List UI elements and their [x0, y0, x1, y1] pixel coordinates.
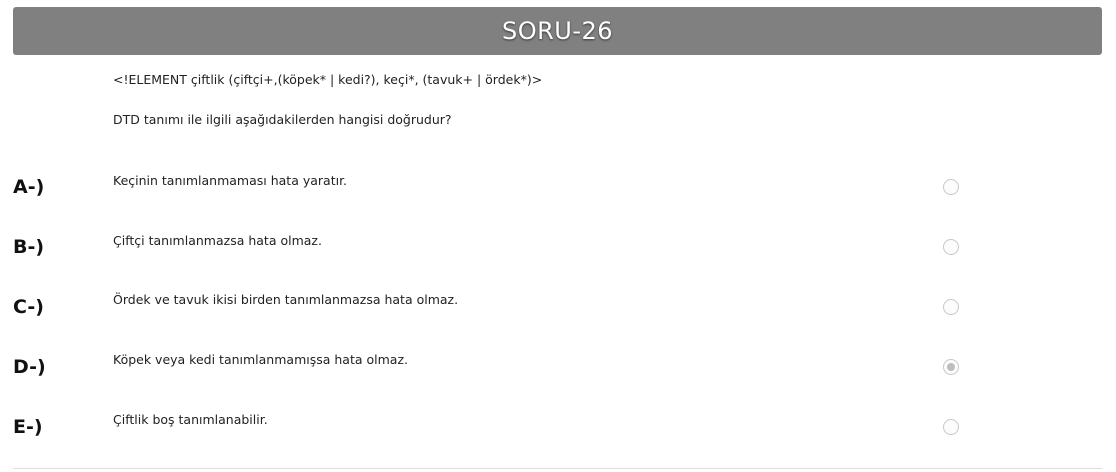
option-c-radio[interactable]: [943, 299, 959, 315]
option-text: Çiftçi tanımlanmazsa hata olmaz.: [113, 233, 322, 248]
option-e-radio[interactable]: [943, 419, 959, 435]
question-header: SORU-26: [13, 7, 1102, 55]
option-letter: A-): [13, 176, 45, 198]
option-letter: E-): [13, 416, 43, 438]
bottom-divider: [13, 468, 1102, 469]
option-letter: D-): [13, 356, 46, 378]
question-code: <!ELEMENT çiftlik (çiftçi+,(köpek* | ked…: [113, 72, 543, 87]
option-letter: B-): [13, 236, 45, 258]
option-a-radio[interactable]: [943, 179, 959, 195]
option-b-radio[interactable]: [943, 239, 959, 255]
option-letter: C-): [13, 296, 44, 318]
question-text: DTD tanımı ile ilgili aşağıdakilerden ha…: [113, 112, 452, 127]
option-d-radio[interactable]: [943, 359, 959, 375]
option-text: Keçinin tanımlanmaması hata yaratır.: [113, 173, 348, 188]
question-title: SORU-26: [501, 17, 614, 45]
option-text: Köpek veya kedi tanımlanmamışsa hata olm…: [113, 352, 408, 367]
option-text: Ördek ve tavuk ikisi birden tanımlanmazs…: [113, 292, 459, 307]
option-text: Çiftlik boş tanımlanabilir.: [113, 412, 268, 427]
